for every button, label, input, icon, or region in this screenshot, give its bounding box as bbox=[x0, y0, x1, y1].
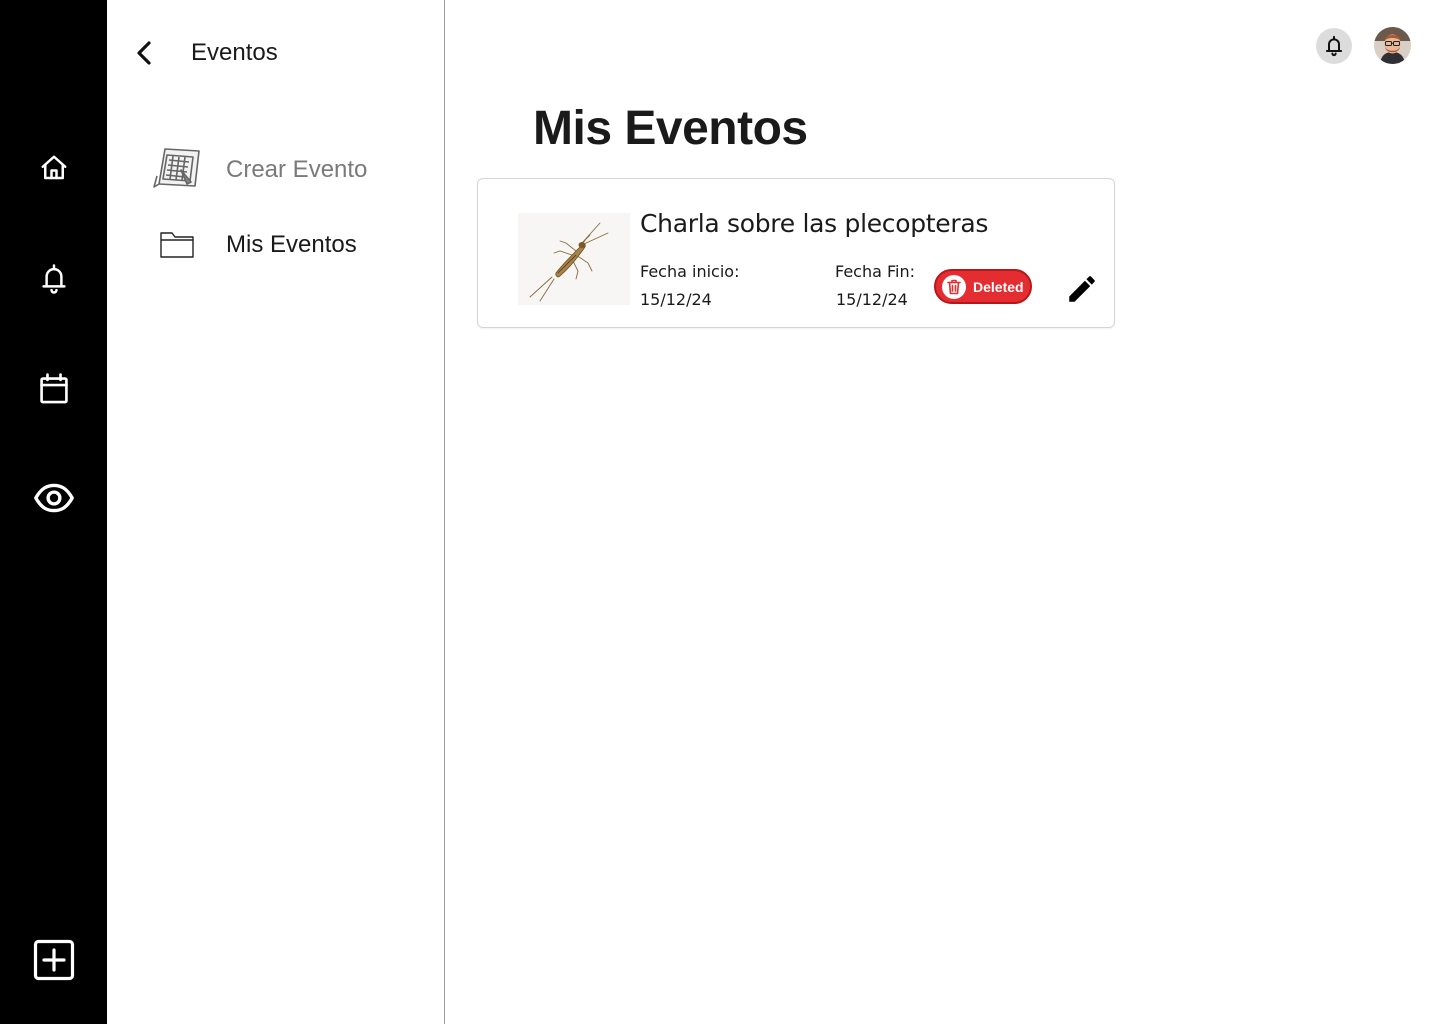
subnav-title: Eventos bbox=[191, 39, 278, 66]
start-date-label: Fecha inicio: bbox=[640, 262, 740, 281]
end-date-value: 15/12/24 bbox=[836, 290, 908, 309]
calendar-icon bbox=[39, 373, 68, 404]
rail-calendar-button[interactable] bbox=[0, 359, 107, 419]
event-thumbnail bbox=[518, 213, 630, 305]
eye-icon bbox=[33, 483, 74, 513]
start-date-value: 15/12/24 bbox=[640, 290, 712, 309]
trash-icon bbox=[942, 274, 966, 299]
sidebar-item-crear-evento[interactable]: Crear Evento bbox=[147, 144, 437, 194]
rail-view-button[interactable] bbox=[0, 468, 107, 528]
bell-icon bbox=[41, 264, 66, 294]
subnav-header: Eventos bbox=[107, 30, 445, 76]
user-avatar bbox=[1374, 27, 1411, 64]
sidebar-item-label: Crear Evento bbox=[226, 156, 368, 183]
events-subnav: Eventos Crear Evento Mis Eventos bbox=[107, 0, 445, 1024]
sidebar-item-mis-eventos[interactable]: Mis Eventos bbox=[147, 219, 437, 269]
page-title: Mis Eventos bbox=[533, 102, 808, 155]
folder-icon bbox=[147, 219, 207, 269]
icon-rail bbox=[0, 0, 107, 1024]
home-icon bbox=[41, 155, 66, 180]
rail-home-button[interactable] bbox=[0, 138, 107, 198]
plus-square-icon bbox=[33, 939, 74, 981]
delete-button-label: Deleted bbox=[973, 278, 1024, 295]
avatar[interactable] bbox=[1374, 27, 1411, 64]
rail-notifications-button[interactable] bbox=[0, 249, 107, 309]
rail-add-button[interactable] bbox=[0, 930, 107, 990]
back-button[interactable] bbox=[129, 38, 159, 68]
edit-button[interactable] bbox=[1062, 269, 1102, 309]
event-title: Charla sobre las plecopteras bbox=[640, 209, 989, 238]
end-date-label: Fecha Fin: bbox=[835, 262, 916, 281]
create-event-icon bbox=[147, 144, 207, 194]
event-card[interactable]: Charla sobre las plecopteras Fecha inici… bbox=[477, 178, 1115, 328]
stonefly-image bbox=[518, 213, 630, 305]
chevron-left-icon bbox=[137, 41, 151, 65]
delete-button[interactable]: Deleted bbox=[934, 269, 1032, 304]
sidebar-item-label: Mis Eventos bbox=[226, 231, 357, 258]
pencil-icon bbox=[1069, 276, 1095, 302]
bell-icon bbox=[1325, 35, 1343, 57]
notifications-button[interactable] bbox=[1316, 28, 1352, 64]
